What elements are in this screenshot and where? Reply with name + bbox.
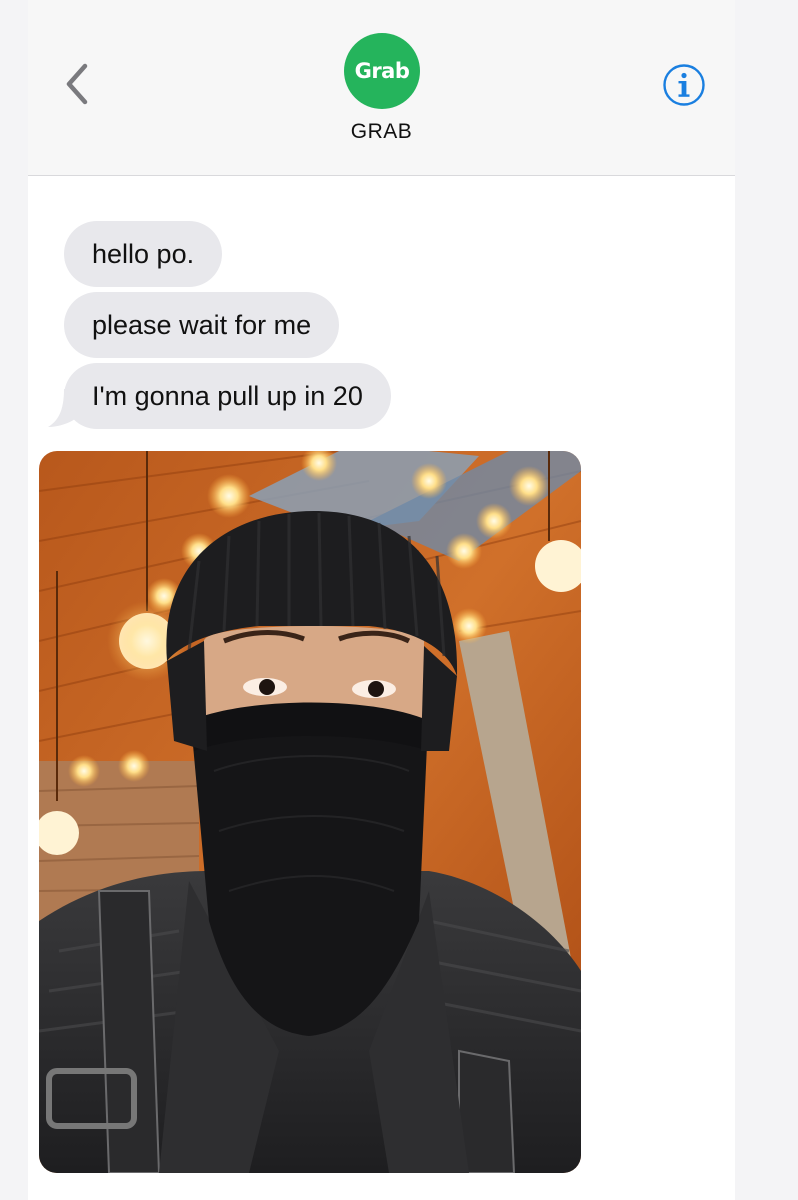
chevron-left-icon: [66, 63, 88, 105]
message-thread: hello po. please wait for me I'm gonna p…: [28, 176, 735, 1200]
conversation-header: Grab GRAB: [28, 0, 735, 176]
message-bubble[interactable]: hello po.: [64, 221, 223, 287]
message-bubble[interactable]: please wait for me: [64, 292, 340, 358]
selfie-photo: [39, 451, 581, 1173]
grab-logo: Grab: [354, 59, 410, 83]
messages-screen: Grab GRAB hello po. please wait for me I…: [28, 0, 735, 1200]
info-button[interactable]: [661, 62, 707, 108]
message-bubble[interactable]: I'm gonna pull up in 20: [64, 363, 391, 429]
contact-name[interactable]: GRAB: [28, 120, 735, 144]
message-text: hello po.: [92, 238, 195, 269]
message-text: please wait for me: [92, 309, 312, 340]
info-circle-icon: [663, 64, 705, 106]
contact-avatar[interactable]: Grab: [344, 33, 420, 109]
photo-attachment[interactable]: [39, 451, 581, 1173]
back-button[interactable]: [58, 58, 98, 110]
message-text: I'm gonna pull up in 20: [92, 380, 363, 411]
